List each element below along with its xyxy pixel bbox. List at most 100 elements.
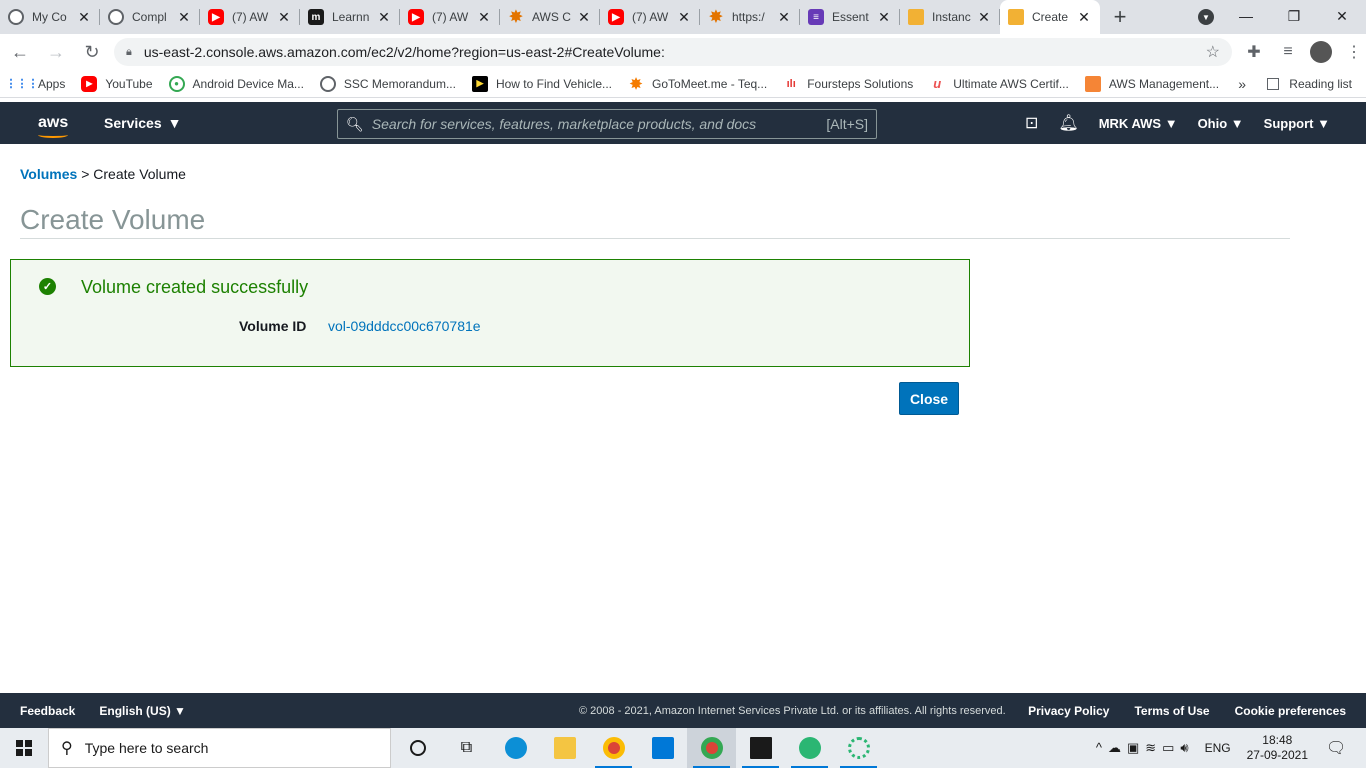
browser-tab[interactable]: ✸ AWS C ✕ bbox=[500, 0, 600, 34]
account-menu[interactable]: MRK AWS ▼ bbox=[1099, 116, 1178, 131]
aws-search-bar[interactable]: 🔍︎ [Alt+S] bbox=[337, 109, 877, 139]
bookmark-android[interactable]: ● Android Device Ma... bbox=[168, 75, 304, 92]
tab-search-icon[interactable]: ▼ bbox=[1198, 9, 1214, 25]
browser-tab[interactable]: ▶ (7) AW ✕ bbox=[400, 0, 500, 34]
chrome-active-icon[interactable] bbox=[687, 728, 736, 768]
url-text[interactable]: us-east-2.console.aws.amazon.com/ec2/v2/… bbox=[144, 44, 1206, 60]
atom-icon[interactable] bbox=[785, 728, 834, 768]
services-menu[interactable]: Services ▼ bbox=[104, 115, 181, 131]
close-window-icon[interactable]: ✕ bbox=[1318, 0, 1366, 32]
browser-tab[interactable]: ▶ (7) AW ✕ bbox=[200, 0, 300, 34]
browser-tab[interactable]: Compl ✕ bbox=[100, 0, 200, 34]
youtube-icon: ▶ bbox=[608, 9, 624, 25]
bookmark-aws-management[interactable]: AWS Management... bbox=[1084, 75, 1219, 92]
bookmark-ultimate-aws[interactable]: u Ultimate AWS Certif... bbox=[929, 76, 1069, 92]
browser-tab[interactable]: Instanc ✕ bbox=[900, 0, 1000, 34]
file-explorer-icon[interactable] bbox=[540, 728, 589, 768]
browser-tab-active[interactable]: Create ✕ bbox=[1000, 0, 1100, 34]
browser-tab[interactable]: My Co ✕ bbox=[0, 0, 100, 34]
minimize-icon[interactable]: — bbox=[1222, 0, 1270, 32]
volume-id-label: Volume ID bbox=[239, 318, 307, 334]
region-menu[interactable]: Ohio ▼ bbox=[1198, 116, 1244, 131]
aws-smile-icon bbox=[38, 132, 68, 138]
privacy-policy-link[interactable]: Privacy Policy bbox=[1028, 704, 1109, 718]
back-icon[interactable]: ← bbox=[4, 36, 36, 68]
language-selector[interactable]: English (US) ▼ bbox=[99, 704, 186, 718]
forward-icon[interactable]: → bbox=[40, 36, 72, 68]
notifications-bell-icon[interactable]: 🔔︎ bbox=[1058, 113, 1078, 133]
cookie-preferences-link[interactable]: Cookie preferences bbox=[1235, 704, 1346, 718]
close-tab-icon[interactable]: ✕ bbox=[376, 9, 392, 26]
close-tab-icon[interactable]: ✕ bbox=[576, 9, 592, 26]
browser-tab[interactable]: ≡ Essent ✕ bbox=[800, 0, 900, 34]
browser-toolbar: ← → ↻ 🔒︎ us-east-2.console.aws.amazon.co… bbox=[0, 34, 1366, 70]
caret-down-icon: ▼ bbox=[1164, 115, 1178, 131]
reading-list-icon bbox=[1267, 77, 1280, 90]
cortana-icon[interactable] bbox=[393, 728, 442, 768]
start-button[interactable] bbox=[0, 728, 48, 768]
edge-icon[interactable] bbox=[491, 728, 540, 768]
bookmark-ssc[interactable]: SSC Memorandum... bbox=[319, 75, 456, 92]
lock-icon[interactable]: 🔒︎ bbox=[126, 46, 132, 59]
task-view-icon[interactable]: ⧉ bbox=[442, 728, 491, 768]
bookmark-foursteps[interactable]: ılı Foursteps Solutions bbox=[783, 76, 914, 92]
breadcrumb-volumes-link[interactable]: Volumes bbox=[20, 166, 77, 182]
close-tab-icon[interactable]: ✕ bbox=[976, 9, 992, 26]
browser-tab[interactable]: ▶ (7) AW ✕ bbox=[600, 0, 700, 34]
search-shortcut-hint: [Alt+S] bbox=[826, 116, 868, 132]
notification-center-icon[interactable]: 🗨︎ bbox=[1326, 738, 1356, 758]
feedback-link[interactable]: Feedback bbox=[20, 704, 75, 718]
support-menu[interactable]: Support ▼ bbox=[1264, 116, 1330, 131]
volume-id-link[interactable]: vol-09dddcc00c670781e bbox=[328, 318, 481, 334]
chrome-icon[interactable] bbox=[589, 728, 638, 768]
windows-logo-icon bbox=[16, 740, 32, 756]
page-title: Create Volume bbox=[20, 204, 206, 235]
address-bar[interactable]: 🔒︎ us-east-2.console.aws.amazon.com/ec2/… bbox=[114, 38, 1232, 66]
tray-icons[interactable]: ^☁▣≋▭🔊︎ bbox=[1096, 740, 1195, 756]
cloudshell-icon[interactable]: ⊡ bbox=[1025, 113, 1038, 133]
close-tab-icon[interactable]: ✕ bbox=[276, 9, 292, 26]
close-tab-icon[interactable]: ✕ bbox=[776, 9, 792, 26]
reading-list[interactable]: Reading list bbox=[1267, 77, 1352, 91]
bookmark-gotomeet[interactable]: ✸ GoToMeet.me - Teq... bbox=[628, 75, 767, 93]
bookmark-youtube[interactable]: ▶ YouTube bbox=[81, 75, 153, 92]
youtube-icon: ▶ bbox=[81, 75, 98, 92]
taskbar-search[interactable]: ⚲ Type here to search bbox=[48, 728, 391, 768]
close-tab-icon[interactable]: ✕ bbox=[476, 9, 492, 26]
browser-tab[interactable]: ✸ https:/✕ bbox=[700, 0, 800, 34]
mail-icon[interactable] bbox=[638, 728, 687, 768]
browser-tab-strip: My Co ✕ Compl ✕ ▶ (7) AW ✕ m Learnn ✕ ▶ (7) AW ✕… bbox=[0, 0, 1366, 34]
media-control-icon[interactable]: ≡ bbox=[1276, 40, 1300, 64]
caret-down-icon: ▼ bbox=[1230, 115, 1244, 131]
bookmark-apps[interactable]: ⋮⋮⋮ Apps bbox=[6, 76, 66, 92]
clock[interactable]: 18:48 27-09-2021 bbox=[1247, 733, 1308, 763]
star-icon: ✸ bbox=[629, 75, 643, 93]
play-icon: ▶ bbox=[471, 75, 488, 92]
close-button[interactable]: Close bbox=[899, 382, 959, 415]
input-language[interactable]: ENG bbox=[1205, 741, 1231, 755]
breadcrumb-separator: > bbox=[81, 166, 90, 182]
chrome-menu-icon[interactable]: ⋮ bbox=[1342, 40, 1366, 64]
close-tab-icon[interactable]: ✕ bbox=[176, 9, 192, 26]
restore-icon[interactable]: ❐ bbox=[1270, 0, 1318, 32]
extensions-icon[interactable]: ✚ bbox=[1242, 40, 1266, 64]
browser-tab[interactable]: m Learnn ✕ bbox=[300, 0, 400, 34]
profile-avatar[interactable] bbox=[1310, 41, 1332, 63]
window-controls: — ❐ ✕ bbox=[1222, 0, 1366, 32]
terms-of-use-link[interactable]: Terms of Use bbox=[1134, 704, 1209, 718]
bookmarks-more-icon[interactable]: » bbox=[1238, 76, 1246, 92]
star-icon: ✸ bbox=[509, 9, 523, 26]
bookmark-vehicle[interactable]: ▶ How to Find Vehicle... bbox=[471, 75, 612, 92]
close-tab-icon[interactable]: ✕ bbox=[876, 9, 892, 26]
loading-ring-icon[interactable] bbox=[834, 728, 883, 768]
close-tab-icon[interactable]: ✕ bbox=[76, 9, 92, 26]
terminal-icon[interactable] bbox=[736, 728, 785, 768]
bookmark-star-icon[interactable]: ☆ bbox=[1206, 42, 1220, 62]
new-tab-button[interactable]: + bbox=[1100, 0, 1140, 34]
aws-logo[interactable]: aws bbox=[38, 115, 72, 138]
close-tab-icon[interactable]: ✕ bbox=[676, 9, 692, 26]
aws-search-input[interactable] bbox=[371, 116, 827, 132]
reload-icon[interactable]: ↻ bbox=[76, 36, 108, 68]
close-tab-icon[interactable]: ✕ bbox=[1076, 9, 1092, 26]
success-alert: ✓ Volume created successfully Volume ID … bbox=[10, 259, 970, 367]
